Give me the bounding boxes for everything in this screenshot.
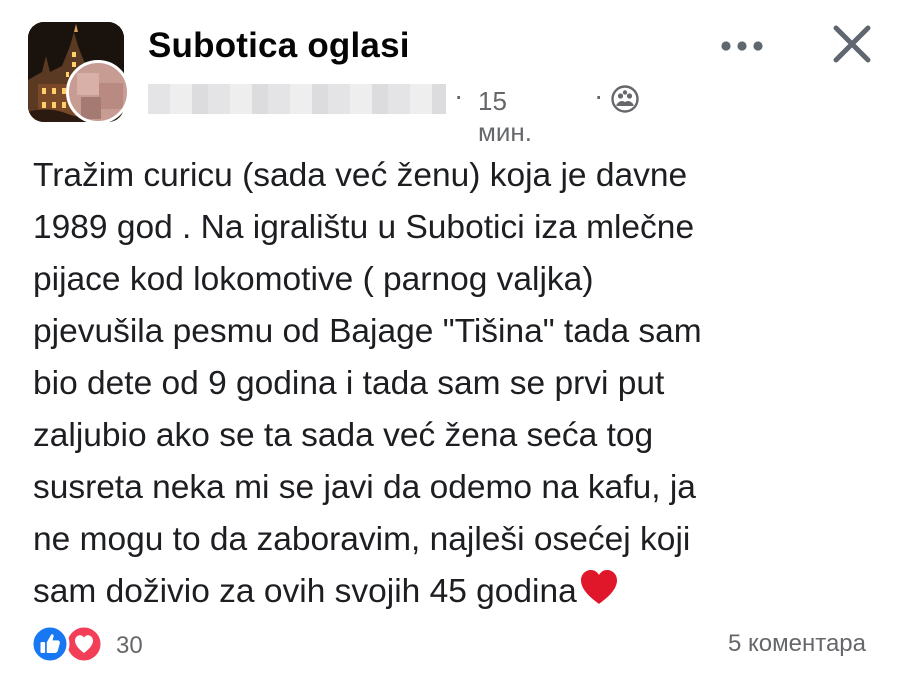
post-header: Subotica oglasi · 15 мин. · (0, 0, 900, 147)
post-time[interactable]: 15 мин. (478, 86, 532, 148)
meta-separator: · (454, 80, 464, 111)
redacted-author-name[interactable] (148, 84, 446, 114)
reaction-count: 30 (116, 632, 143, 659)
post-footer: 30 5 коментара (0, 620, 900, 670)
comments-count-link[interactable]: 5 коментара (728, 630, 866, 658)
more-options-button[interactable] (712, 24, 772, 68)
post-text: Tražim curicu (sada već ženu) koja je da… (33, 157, 702, 610)
love-icon (64, 624, 104, 664)
user-avatar[interactable] (66, 60, 130, 124)
meta-separator: · (594, 80, 604, 111)
heart-emoji (580, 570, 617, 604)
post-body: Tražim curicu (sada već ženu) koja je da… (33, 150, 883, 618)
group-name[interactable]: Subotica oglasi (148, 26, 410, 66)
like-icon (30, 624, 70, 664)
group-members-icon (611, 85, 639, 113)
close-icon[interactable] (822, 14, 882, 74)
